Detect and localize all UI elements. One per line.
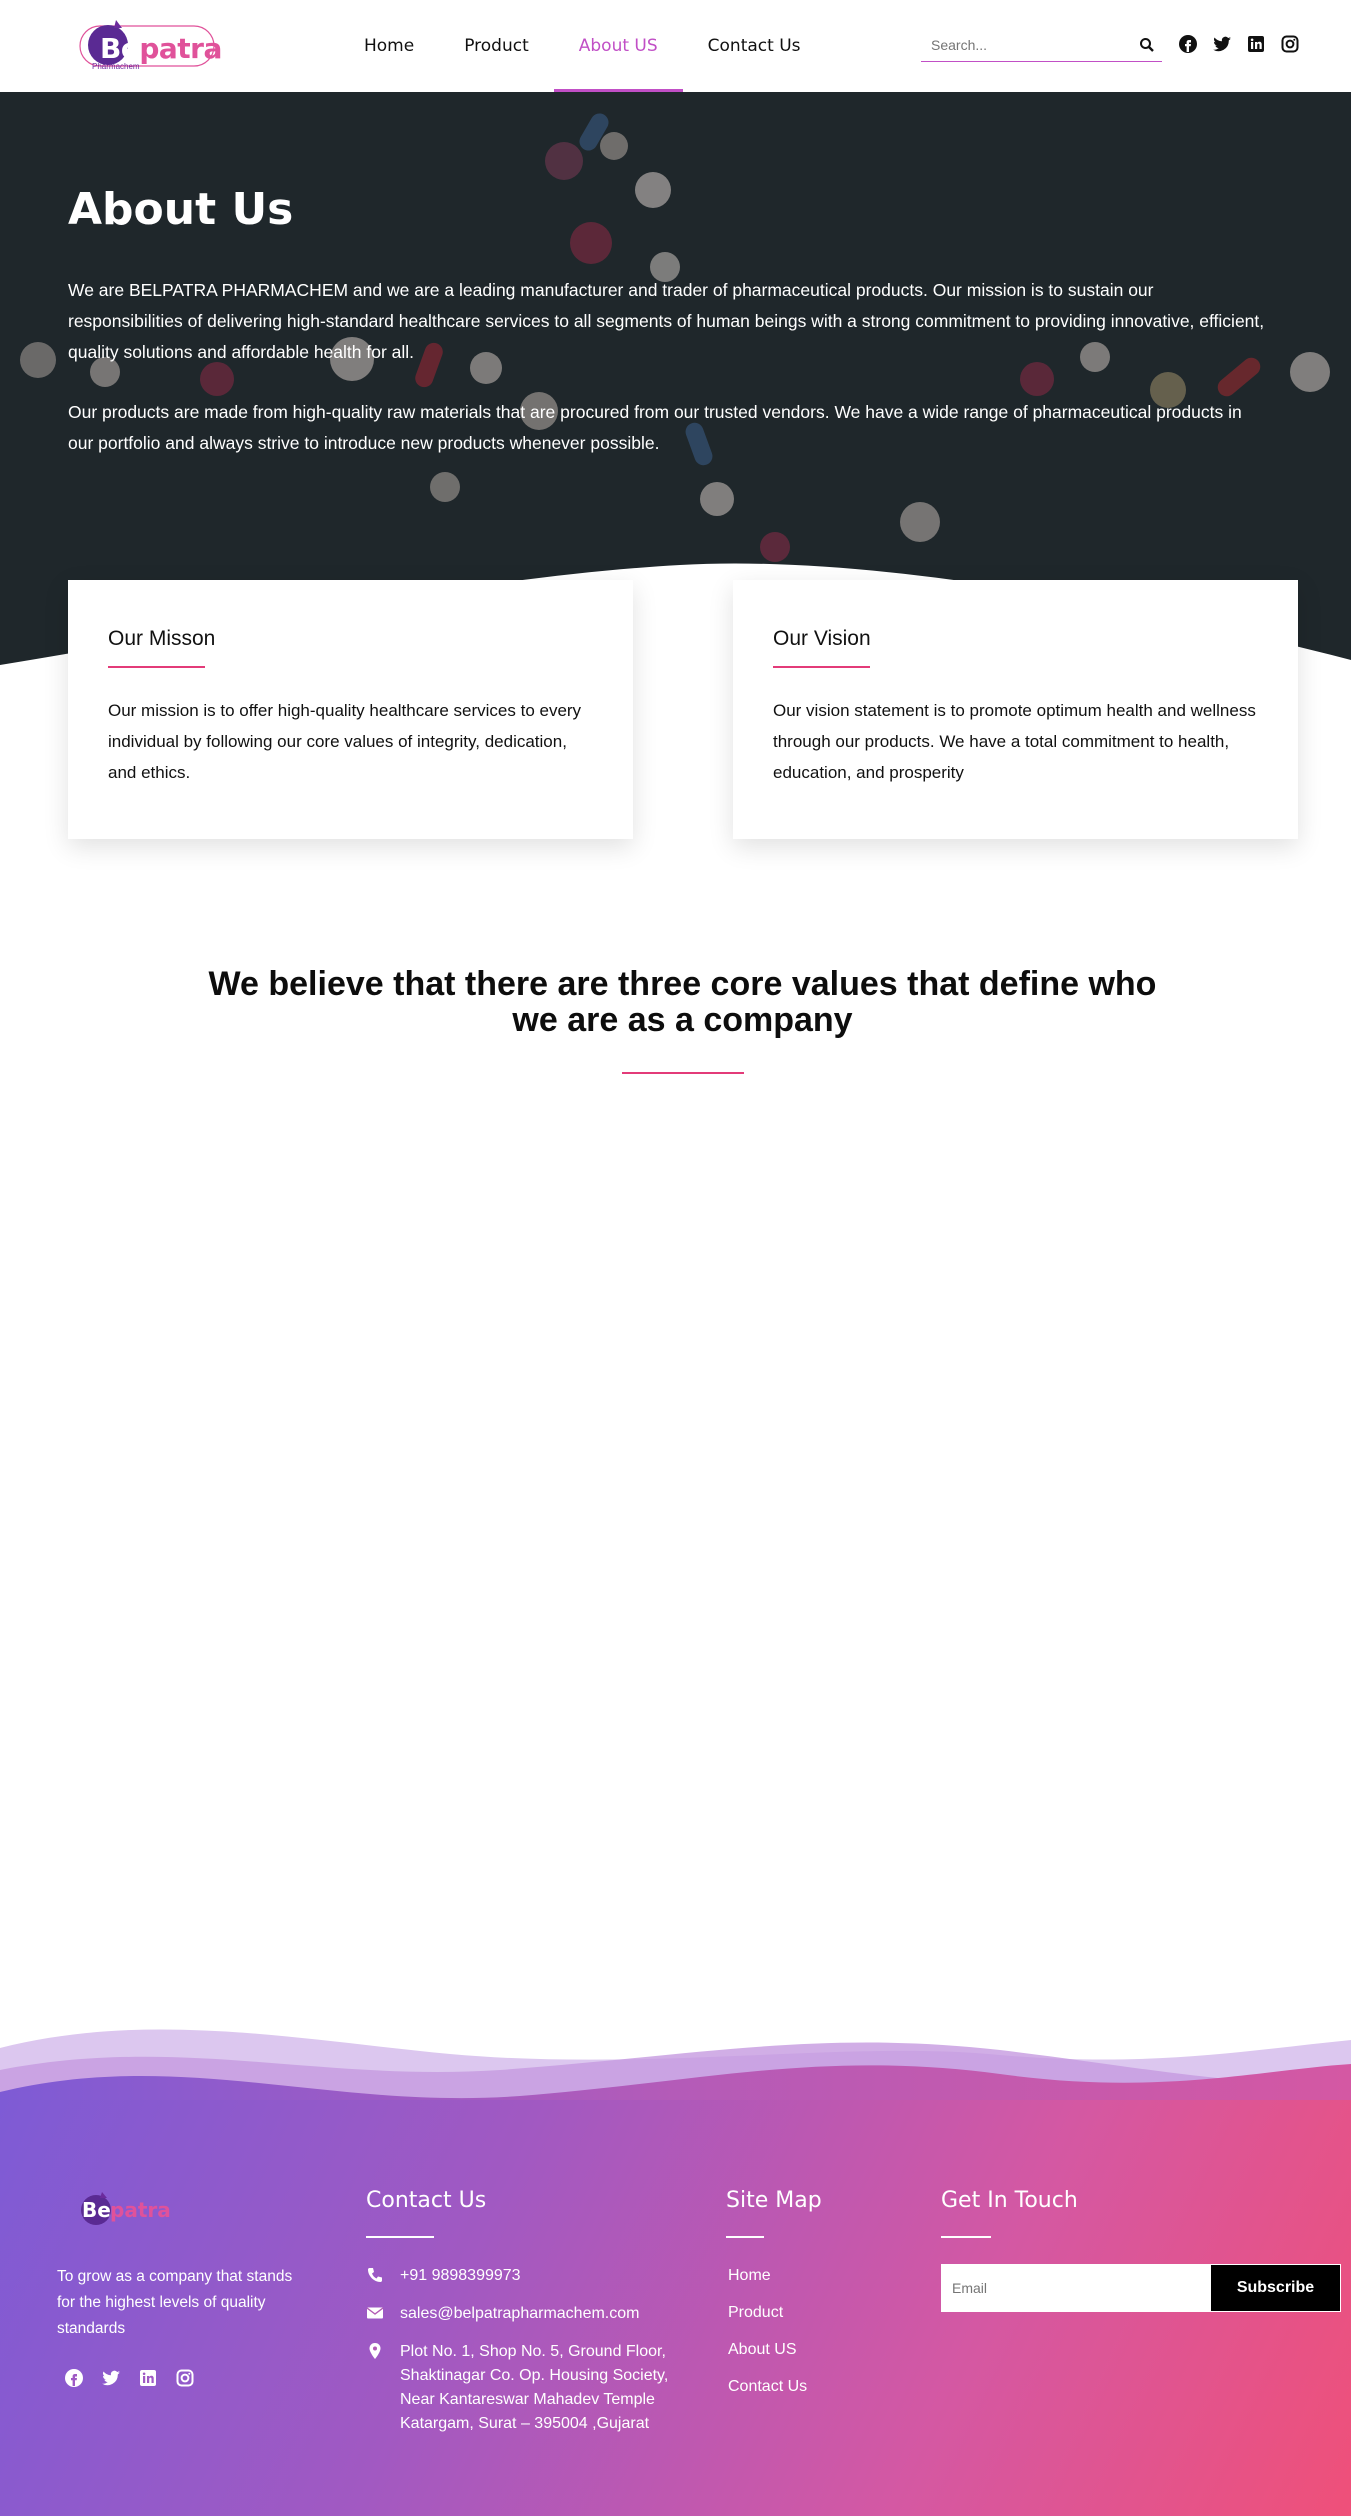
touch-heading-underline: [941, 2236, 991, 2238]
vision-card: Our Vision Our vision statement is to pr…: [733, 580, 1298, 839]
sitemap-link-product[interactable]: Product: [728, 2304, 783, 2322]
products-paragraph: Our products are made from high-quality …: [68, 402, 1242, 453]
footer-social-links: [64, 2368, 195, 2388]
nav-product[interactable]: Product: [439, 0, 554, 92]
address-text: Plot No. 1, Shop No. 5, Ground Floor, Sh…: [400, 2343, 669, 2432]
footer-about-text: To grow as a company that stands for the…: [57, 2268, 293, 2337]
vision-text: Our vision statement is to promote optim…: [773, 701, 1256, 782]
page: Bepatra Pharmachem Home Product About US…: [0, 0, 1351, 2516]
twitter-icon[interactable]: [101, 2368, 121, 2388]
sitemap-heading-underline: [726, 2236, 764, 2238]
vision-underline: [773, 666, 870, 668]
footer-contact-heading: Contact Us: [366, 2188, 487, 2213]
brand-logo[interactable]: Bepatra Pharmachem: [78, 14, 222, 71]
header-social-links: [1178, 34, 1300, 54]
pill-decoration: [1290, 352, 1330, 392]
footer-touch-heading: Get In Touch: [941, 2188, 1078, 2213]
mission-text: Our mission is to offer high-quality hea…: [108, 701, 582, 782]
footer-logo[interactable]: Be patra: [72, 2188, 182, 2230]
envelope-icon: [366, 2302, 400, 2330]
logo-subtitle: Pharmachem: [92, 62, 140, 71]
footer-logo-mark: Be patra: [81, 2192, 171, 2225]
site-header: Bepatra Pharmachem Home Product About US…: [0, 0, 1351, 92]
svg-text:Be: Be: [82, 2198, 111, 2222]
twitter-icon[interactable]: [1212, 34, 1232, 54]
main-nav: Home Product About US Contact Us: [339, 0, 826, 92]
instagram-icon[interactable]: [1280, 34, 1300, 54]
phone-icon: [366, 2264, 400, 2292]
search-icon[interactable]: [1138, 36, 1156, 54]
sitemap-link-contact-us[interactable]: Contact Us: [728, 2378, 807, 2396]
nav-contact-us[interactable]: Contact Us: [683, 0, 826, 92]
logo-text: Bepatra: [100, 32, 222, 65]
email-address: sales@belpatrapharmachem.com: [400, 2305, 640, 2322]
mission-card: Our Misson Our mission is to offer high-…: [68, 580, 633, 839]
newsletter-email-input[interactable]: [941, 2264, 1210, 2312]
mission-title: Our Misson: [108, 627, 216, 650]
subscribe-button[interactable]: Subscribe: [1210, 2264, 1341, 2312]
pill-decoration: [545, 142, 583, 180]
core-values-underline: [622, 1072, 744, 1074]
pill-decoration: [600, 132, 628, 160]
search-input[interactable]: [921, 30, 1131, 60]
nav-home[interactable]: Home: [339, 0, 439, 92]
linkedin-icon[interactable]: [1246, 34, 1266, 54]
pill-decoration: [20, 342, 56, 378]
contact-heading-underline: [366, 2236, 434, 2238]
nav-about-us[interactable]: About US: [553, 0, 683, 92]
mission-underline: [108, 666, 205, 668]
page-title: About Us: [68, 184, 294, 235]
instagram-icon[interactable]: [175, 2368, 195, 2388]
footer-sitemap-heading: Site Map: [726, 2188, 822, 2213]
map-pin-icon: [366, 2340, 400, 2436]
facebook-icon[interactable]: [1178, 34, 1198, 54]
contact-email[interactable]: sales@belpatrapharmachem.com: [366, 2302, 639, 2330]
sitemap-link-about-us[interactable]: About US: [728, 2341, 796, 2359]
search-box: [921, 30, 1162, 62]
contact-phone[interactable]: +91 9898399973: [366, 2264, 521, 2292]
contact-address: Plot No. 1, Shop No. 5, Ground Floor, Sh…: [366, 2340, 686, 2436]
sitemap-link-home[interactable]: Home: [728, 2267, 771, 2285]
core-values-heading: We believe that there are three core val…: [208, 965, 1157, 1039]
hero-content: About Us We are BELPATRA PHARMACHEM and …: [68, 184, 1268, 488]
facebook-icon[interactable]: [64, 2368, 84, 2388]
site-footer: Be patra To grow as a company that stand…: [0, 2100, 1351, 2516]
intro-paragraph: We are BELPATRA PHARMACHEM and we are a …: [68, 280, 1265, 362]
linkedin-icon[interactable]: [138, 2368, 158, 2388]
vision-title: Our Vision: [773, 627, 871, 650]
svg-text:patra: patra: [110, 2198, 171, 2222]
phone-number: +91 9898399973: [400, 2267, 521, 2284]
